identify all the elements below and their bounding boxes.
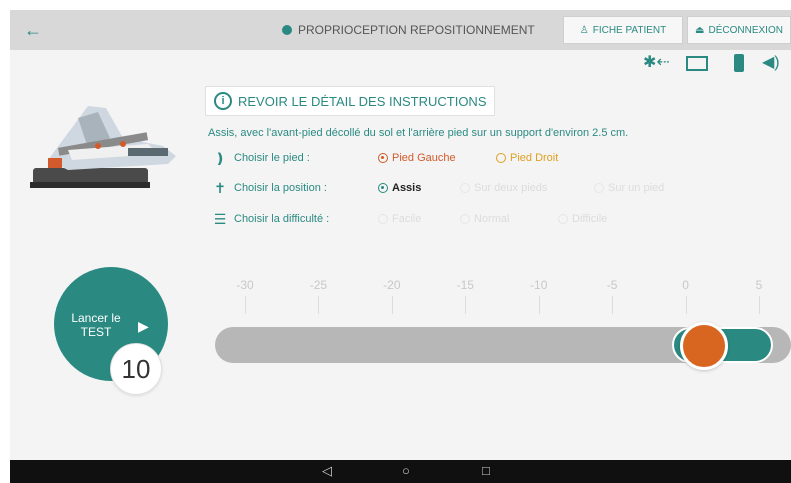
slider-thumb[interactable] bbox=[680, 322, 728, 370]
scale-tick-label: -15 bbox=[456, 278, 474, 292]
device-icon bbox=[686, 56, 708, 71]
title-dot-icon bbox=[282, 25, 292, 35]
nav-home-icon[interactable]: ○ bbox=[402, 463, 410, 479]
fiche-patient-label: FICHE PATIENT bbox=[592, 24, 667, 36]
radio-unselected-icon bbox=[594, 183, 604, 193]
foot-choice-label: Choisir le pied : bbox=[234, 152, 310, 164]
system-nav-bar: ◁ ○ □ bbox=[10, 460, 791, 483]
radio-selected-icon bbox=[378, 153, 388, 163]
person-icon: ✝ bbox=[214, 179, 226, 196]
launch-label-line1: Lancer le bbox=[71, 311, 121, 325]
radio-unselected-icon bbox=[496, 153, 506, 163]
deconnexion-button[interactable]: ⏏ DÉCONNEXION bbox=[687, 16, 791, 44]
difficulty-choice-label-group: ☰ Choisir la difficulté : bbox=[212, 211, 378, 228]
nav-recent-icon[interactable]: □ bbox=[482, 463, 490, 479]
user-icon: ♙ bbox=[579, 24, 589, 36]
position-choice-label-group: ✝ Choisir la position : bbox=[212, 180, 378, 197]
review-instructions-button[interactable]: i REVOIR LE DÉTAIL DES INSTRUCTIONS bbox=[205, 86, 495, 116]
foot-icon: ❫ bbox=[214, 149, 226, 166]
radio-sur-un-pied[interactable]: Sur un pied bbox=[594, 182, 664, 194]
position-choice-label: Choisir la position : bbox=[234, 182, 327, 194]
assis-label: Assis bbox=[392, 182, 422, 194]
deconnexion-label: DÉCONNEXION bbox=[708, 24, 783, 36]
top-app-bar: ← PROPRIOCEPTION REPOSITIONNEMENT ♙ FICH… bbox=[10, 10, 791, 50]
radio-unselected-icon bbox=[378, 214, 388, 224]
scale-tick bbox=[538, 296, 540, 314]
radio-pied-gauche[interactable]: Pied Gauche bbox=[378, 152, 496, 164]
facile-label: Facile bbox=[392, 213, 422, 225]
instruction-text: Assis, avec l'avant-pied décollé du sol … bbox=[208, 127, 629, 139]
scale-tick bbox=[391, 296, 393, 314]
page-title: PROPRIOCEPTION REPOSITIONNEMENT bbox=[282, 22, 535, 38]
difficulty-choice-label: Choisir la difficulté : bbox=[234, 213, 330, 225]
scale-tick-label: -25 bbox=[309, 278, 328, 292]
scale-tick-label: 0 bbox=[682, 278, 689, 292]
fiche-patient-button[interactable]: ♙ FICHE PATIENT bbox=[563, 16, 683, 44]
review-instructions-label: REVOIR LE DÉTAIL DES INSTRUCTIONS bbox=[238, 93, 487, 109]
scale-tick bbox=[465, 296, 467, 314]
pied-droit-label: Pied Droit bbox=[510, 152, 559, 164]
scale-tick-label: -10 bbox=[530, 278, 548, 292]
foot-choice-row: ❫ Choisir le pied : Pied Gauche Pied Dro… bbox=[212, 148, 558, 168]
difficulty-choice-row: ☰ Choisir la difficulté : Facile Normal … bbox=[212, 209, 608, 229]
pied-gauche-label: Pied Gauche bbox=[392, 152, 456, 164]
launch-label-line2: TEST bbox=[80, 325, 112, 339]
back-arrow-icon[interactable]: ← bbox=[24, 19, 48, 41]
filter-lines-icon: ☰ bbox=[213, 210, 227, 227]
scale-tick-label: -30 bbox=[236, 278, 254, 292]
sur-deux-pieds-label: Sur deux pieds bbox=[474, 182, 548, 194]
radio-unselected-icon bbox=[558, 214, 568, 224]
scale-tick bbox=[685, 296, 687, 314]
difficile-label: Difficile bbox=[572, 213, 608, 225]
volume-icon: ◀) bbox=[762, 54, 780, 71]
page-title-text: PROPRIOCEPTION REPOSITIONNEMENT bbox=[298, 23, 535, 37]
bluetooth-icon: ✱⇠ bbox=[643, 54, 670, 71]
radio-unselected-icon bbox=[460, 214, 470, 224]
scale-tick bbox=[612, 296, 614, 314]
scale-tick bbox=[245, 296, 246, 314]
radio-difficile[interactable]: Difficile bbox=[558, 213, 607, 225]
repetition-count-badge: 10 bbox=[110, 343, 162, 395]
info-icon: i bbox=[214, 92, 232, 110]
radio-sur-deux-pieds[interactable]: Sur deux pieds bbox=[460, 182, 594, 194]
foot-choice-label-group: ❫ Choisir le pied : bbox=[212, 150, 378, 167]
scale-tick bbox=[318, 296, 320, 314]
radio-unselected-icon bbox=[460, 183, 470, 193]
radio-selected-icon bbox=[378, 183, 388, 193]
scale-tick-label: -5 bbox=[606, 278, 618, 292]
radio-normal[interactable]: Normal bbox=[460, 213, 558, 225]
position-choice-row: ✝ Choisir la position : Assis Sur deux p… bbox=[212, 178, 664, 198]
play-icon: ▶ bbox=[138, 318, 149, 334]
launch-test-label: Lancer le TEST bbox=[68, 311, 124, 339]
sur-un-pied-label: Sur un pied bbox=[608, 182, 665, 194]
nav-back-icon[interactable]: ◁ bbox=[322, 463, 332, 479]
radio-assis[interactable]: Assis bbox=[378, 182, 460, 194]
battery-icon bbox=[734, 54, 744, 72]
scale-tick-label: 5 bbox=[755, 278, 763, 292]
logout-icon: ⏏ bbox=[695, 24, 705, 36]
foot-on-support-image bbox=[30, 106, 176, 188]
scale-tick-label: -20 bbox=[383, 278, 401, 292]
normal-label: Normal bbox=[474, 213, 510, 225]
scale-tick bbox=[759, 296, 760, 314]
radio-pied-droit[interactable]: Pied Droit bbox=[496, 152, 558, 164]
radio-facile[interactable]: Facile bbox=[378, 213, 460, 225]
